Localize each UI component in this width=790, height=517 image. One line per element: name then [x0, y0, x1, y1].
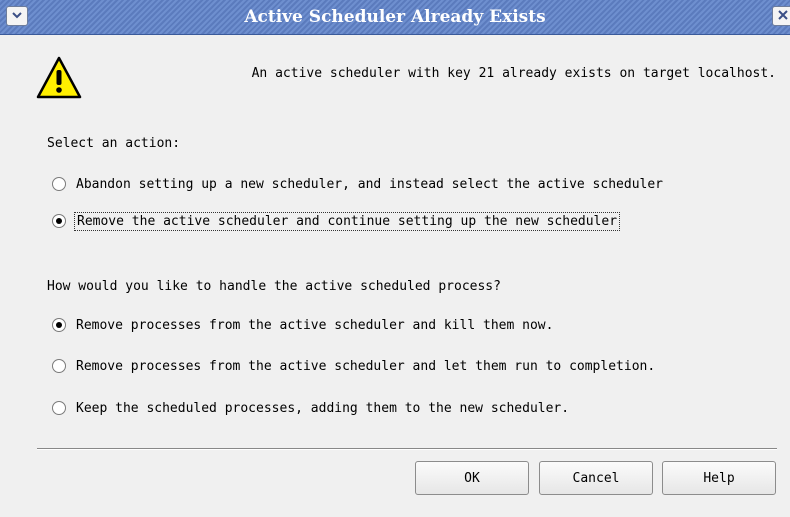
- radio-label: Remove processes from the active schedul…: [76, 358, 656, 374]
- chevron-down-icon: [11, 9, 23, 23]
- radio-remove-active-scheduler[interactable]: Remove the active scheduler and continue…: [52, 211, 621, 231]
- radio-abandon-setup[interactable]: Abandon setting up a new scheduler, and …: [52, 174, 665, 194]
- close-icon: [778, 9, 788, 23]
- radio-button[interactable]: [52, 177, 66, 191]
- ok-button[interactable]: OK: [415, 461, 529, 495]
- radio-keep-processes[interactable]: Keep the scheduled processes, adding the…: [52, 398, 571, 418]
- action-section-label: Select an action:: [47, 136, 181, 151]
- radio-run-to-completion[interactable]: Remove processes from the active schedul…: [52, 356, 657, 376]
- warning-icon: [36, 55, 82, 101]
- radio-button[interactable]: [52, 318, 66, 332]
- dialog-window: Active Scheduler Already Exists An activ…: [0, 0, 790, 517]
- title-bar[interactable]: Active Scheduler Already Exists: [0, 0, 790, 35]
- radio-button[interactable]: [52, 401, 66, 415]
- window-title: Active Scheduler Already Exists: [244, 7, 546, 27]
- radio-button[interactable]: [52, 214, 66, 228]
- radio-label: Keep the scheduled processes, adding the…: [76, 400, 570, 416]
- radio-label: Abandon setting up a new scheduler, and …: [76, 176, 663, 192]
- process-section-label: How would you like to handle the active …: [47, 279, 501, 294]
- radio-label: Remove the active scheduler and continue…: [74, 211, 621, 231]
- radio-button[interactable]: [52, 359, 66, 373]
- radio-label: Remove processes from the active schedul…: [76, 317, 554, 333]
- cancel-button[interactable]: Cancel: [539, 461, 653, 495]
- separator: [37, 448, 777, 450]
- help-button[interactable]: Help: [662, 461, 776, 495]
- window-menu-button[interactable]: [6, 6, 28, 26]
- message-text: An active scheduler with key 21 already …: [251, 66, 776, 81]
- close-button[interactable]: [772, 6, 790, 26]
- radio-kill-now[interactable]: Remove processes from the active schedul…: [52, 315, 555, 335]
